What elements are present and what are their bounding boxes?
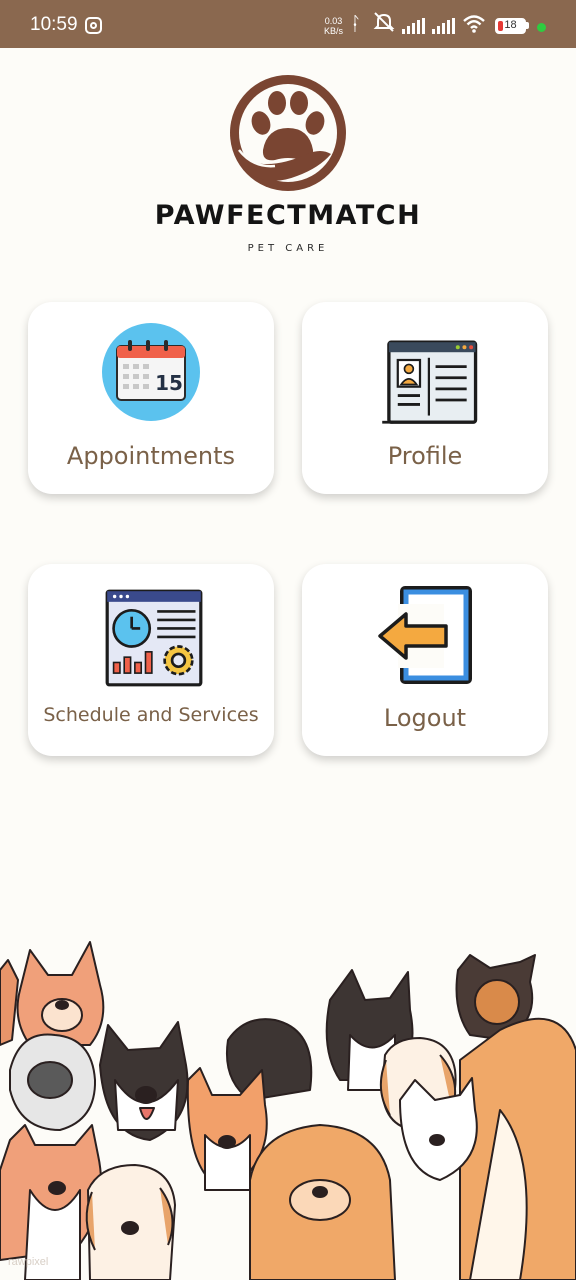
- battery-level: 18: [504, 19, 517, 31]
- status-bar: 10:59 0.03 KB/s ᛛ 18: [0, 0, 576, 48]
- logout-label: Logout: [383, 704, 467, 732]
- logout-button[interactable]: Logout: [302, 564, 548, 756]
- status-time: 10:59: [30, 14, 78, 35]
- battery-nub: [526, 22, 529, 29]
- calendar-icon: 15: [102, 323, 200, 421]
- paw-logo-icon: [230, 75, 346, 191]
- calendar-day: 15: [155, 371, 183, 395]
- signal-icon: [432, 18, 456, 34]
- profile-card-icon: [382, 340, 478, 424]
- brand-tagline: PET CARE: [247, 243, 329, 254]
- bluetooth-icon: ᛛ: [350, 13, 362, 35]
- privacy-dot: [537, 23, 546, 32]
- profile-button[interactable]: Profile: [302, 302, 548, 494]
- appointments-button[interactable]: 15 Appointments: [28, 302, 274, 494]
- profile-label: Profile: [387, 442, 463, 470]
- mute-icon: [373, 11, 395, 38]
- battery-icon: 18: [495, 18, 526, 34]
- wifi-icon: [462, 14, 486, 39]
- schedule-services-label: Schedule and Services: [43, 704, 259, 726]
- dashboard-icon: [105, 589, 203, 687]
- brand-name: PAWFECTMATCH: [154, 200, 422, 231]
- appointments-label: Appointments: [66, 442, 236, 470]
- dogs-illustration: [0, 941, 576, 1280]
- watermark: rawpixel: [8, 1256, 49, 1268]
- instagram-icon: [85, 17, 102, 34]
- schedule-services-button[interactable]: Schedule and Services: [28, 564, 274, 756]
- logout-icon: [378, 586, 472, 684]
- network-speed: 0.03 KB/s: [324, 16, 344, 36]
- signal-icon: [402, 18, 426, 34]
